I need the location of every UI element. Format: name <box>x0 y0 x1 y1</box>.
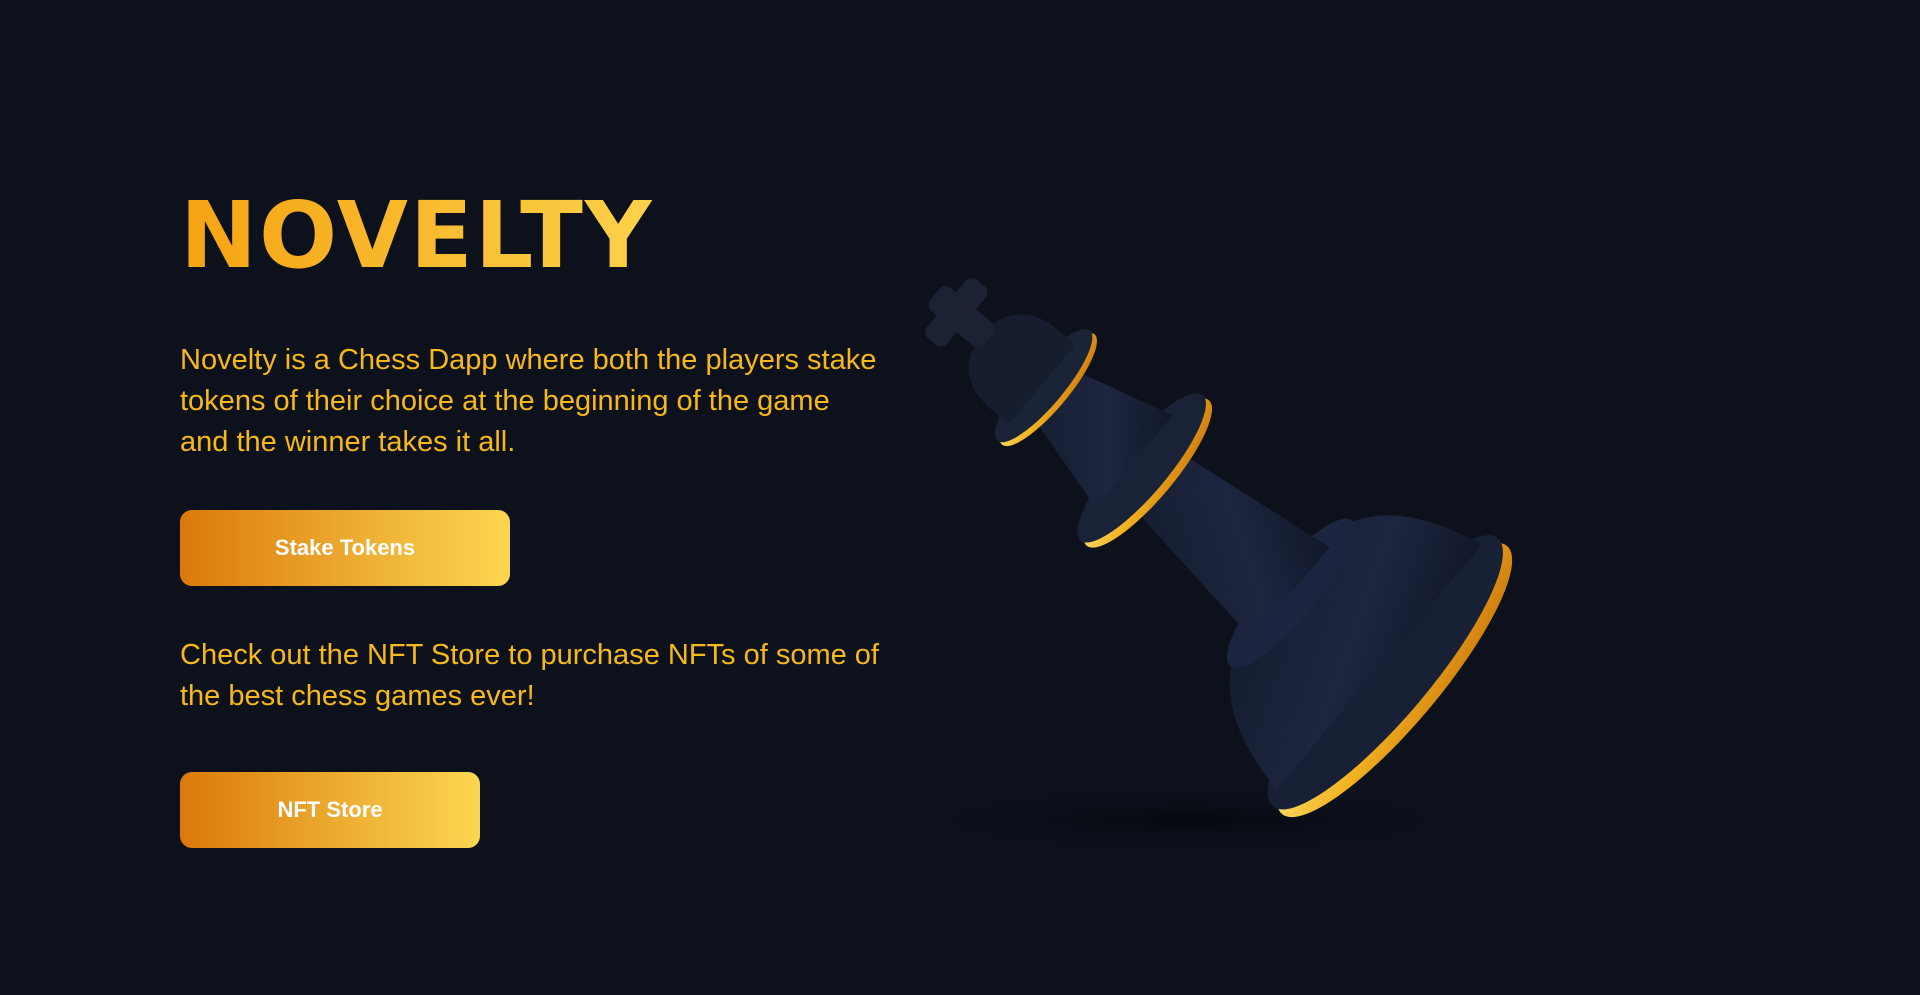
stake-tokens-button[interactable]: Stake Tokens <box>180 510 510 586</box>
chess-king-illustration <box>890 278 1513 858</box>
page-title: NOVELTY <box>180 182 654 289</box>
hero-description: Novelty is a Chess Dapp where both the p… <box>180 344 877 458</box>
nft-store-button[interactable]: NFT Store <box>180 772 480 848</box>
nft-store-description: Check out the NFT Store to purchase NFTs… <box>180 639 879 712</box>
